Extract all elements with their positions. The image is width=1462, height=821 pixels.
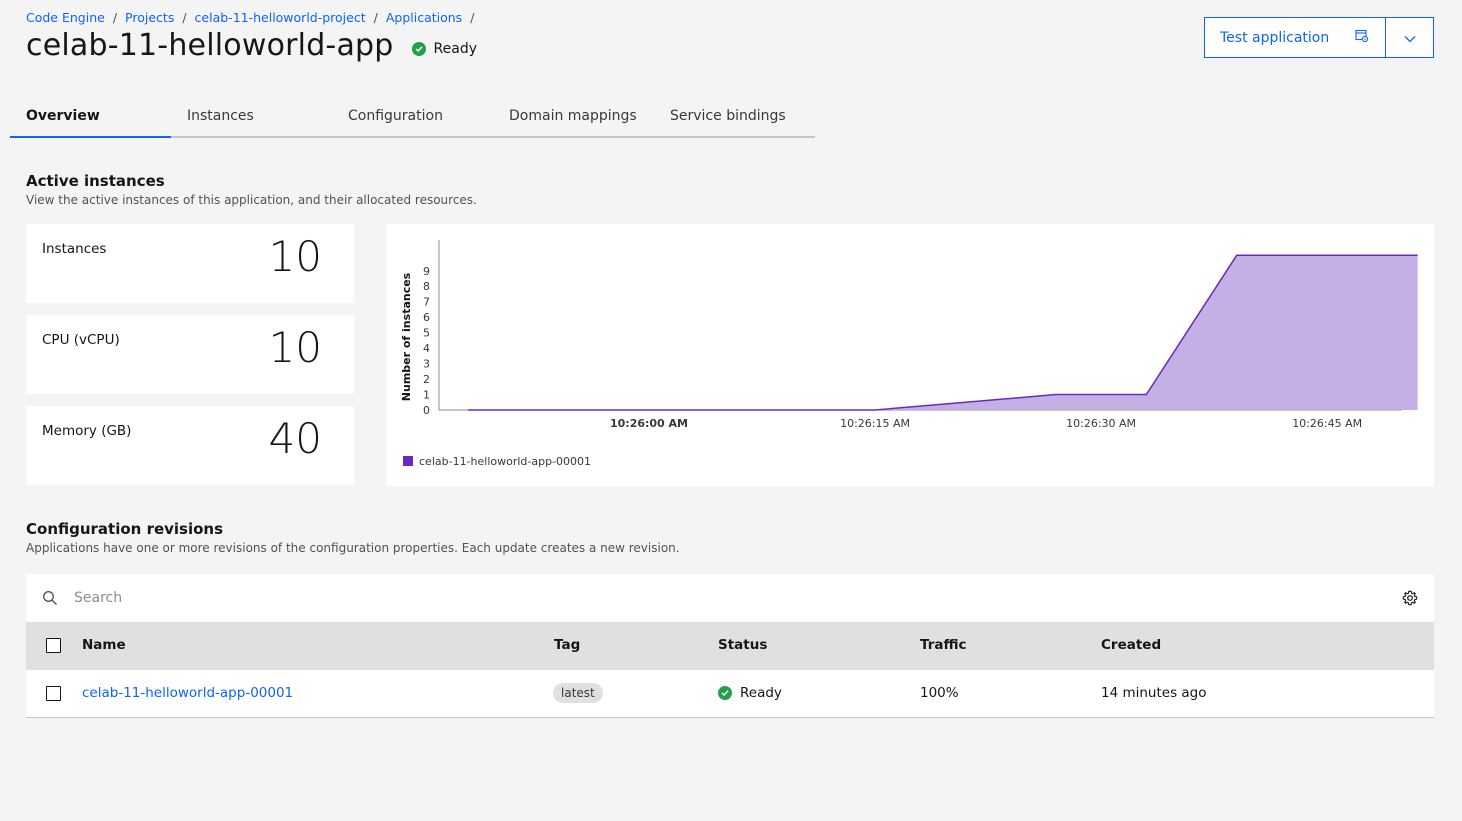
y-tick-label: 3 bbox=[423, 358, 430, 371]
table-toolbar bbox=[26, 574, 1434, 622]
y-tick-label: 4 bbox=[423, 342, 430, 355]
checkmark-circle-icon bbox=[718, 686, 732, 700]
page-header: celab-11-helloworld-app Ready bbox=[26, 28, 477, 63]
tab-domain-mappings[interactable]: Domain mappings bbox=[493, 102, 654, 138]
gear-icon[interactable] bbox=[1402, 590, 1418, 610]
table-row: celab-11-helloworld-app-00001 latest Rea… bbox=[26, 670, 1434, 718]
tag-badge: latest bbox=[553, 683, 603, 703]
y-tick-label: 2 bbox=[423, 373, 430, 386]
x-tick-label: 10:26:15 AM bbox=[840, 417, 910, 430]
y-tick-label: 8 bbox=[423, 280, 430, 293]
x-tick-label: 10:26:30 AM bbox=[1066, 417, 1136, 430]
cpu-stat-card: CPU (vCPU) 10 bbox=[26, 315, 354, 394]
stat-value: 10 bbox=[268, 323, 322, 372]
series-area bbox=[468, 255, 1418, 410]
stat-label: Memory (GB) bbox=[42, 423, 132, 439]
column-header-name[interactable]: Name bbox=[82, 637, 126, 653]
y-tick-label: 6 bbox=[423, 311, 430, 324]
breadcrumb-separator: / bbox=[373, 10, 378, 25]
breadcrumb-separator: / bbox=[470, 10, 475, 25]
chevron-down-icon bbox=[1404, 28, 1416, 47]
row-checkbox[interactable] bbox=[46, 686, 61, 701]
row-created: 14 minutes ago bbox=[1101, 685, 1207, 701]
test-application-button[interactable]: Test application bbox=[1204, 17, 1386, 58]
x-tick-label: 10:26:45 AM bbox=[1292, 417, 1362, 430]
tab-service-bindings[interactable]: Service bindings bbox=[654, 102, 815, 138]
checkmark-circle-icon bbox=[411, 41, 426, 56]
search-icon bbox=[42, 590, 58, 610]
active-instances-description: View the active instances of this applic… bbox=[26, 193, 477, 207]
breadcrumb-separator: / bbox=[112, 10, 118, 25]
row-status-label: Ready bbox=[740, 685, 782, 701]
stat-label: Instances bbox=[42, 241, 107, 257]
breadcrumb-code-engine[interactable]: Code Engine bbox=[26, 10, 105, 25]
stat-value: 10 bbox=[268, 232, 322, 281]
breadcrumb-applications[interactable]: Applications bbox=[386, 10, 462, 25]
test-application-icon bbox=[1355, 29, 1369, 47]
row-traffic: 100% bbox=[920, 685, 959, 701]
revisions-title: Configuration revisions bbox=[26, 520, 224, 538]
y-tick-label: 1 bbox=[423, 389, 430, 402]
stat-value: 40 bbox=[268, 414, 322, 463]
breadcrumb-separator: / bbox=[182, 10, 187, 25]
instances-chart-svg: 0 1 2 3 4 5 6 7 8 9 Number of instances 10:26:00 AM… bbox=[400, 240, 1418, 468]
tag-cell: latest bbox=[553, 683, 603, 703]
instances-chart: 0 1 2 3 4 5 6 7 8 9 Number of instances 10:26:00 AM… bbox=[386, 224, 1434, 486]
y-axis-label: Number of instances bbox=[400, 272, 413, 401]
column-header-created[interactable]: Created bbox=[1101, 637, 1161, 653]
legend-label: celab-11-helloworld-app-00001 bbox=[419, 455, 591, 468]
status-badge: Ready bbox=[411, 40, 477, 57]
revisions-table: Name Tag Status Traffic Created celab-11… bbox=[26, 574, 1434, 718]
breadcrumb-project[interactable]: celab-11-helloworld-project bbox=[195, 10, 366, 25]
legend-swatch bbox=[403, 456, 413, 466]
y-tick-label: 5 bbox=[423, 327, 430, 340]
row-status: Ready bbox=[718, 685, 782, 701]
memory-stat-card: Memory (GB) 40 bbox=[26, 406, 354, 485]
active-instances-title: Active instances bbox=[26, 172, 165, 190]
revisions-description: Applications have one or more revisions … bbox=[26, 541, 680, 555]
y-tick-label: 7 bbox=[423, 296, 430, 309]
instances-stat-card: Instances 10 bbox=[26, 224, 354, 303]
stat-label: CPU (vCPU) bbox=[42, 332, 120, 348]
table-header-row: Name Tag Status Traffic Created bbox=[26, 622, 1434, 670]
column-header-status[interactable]: Status bbox=[718, 637, 767, 653]
breadcrumb: Code Engine / Projects / celab-11-hellow… bbox=[26, 10, 474, 25]
tab-configuration[interactable]: Configuration bbox=[332, 102, 493, 138]
column-header-tag[interactable]: Tag bbox=[554, 637, 580, 653]
tab-overview[interactable]: Overview bbox=[10, 102, 171, 138]
search-input[interactable] bbox=[74, 586, 1374, 610]
column-header-traffic[interactable]: Traffic bbox=[920, 637, 967, 653]
test-application-menu-button[interactable] bbox=[1385, 17, 1434, 58]
y-tick-label: 9 bbox=[423, 265, 430, 278]
select-all-checkbox[interactable] bbox=[46, 638, 61, 653]
x-tick-label: 10:26:00 AM bbox=[610, 417, 688, 430]
test-application-label: Test application bbox=[1220, 29, 1330, 46]
breadcrumb-projects[interactable]: Projects bbox=[125, 10, 174, 25]
revision-name-link[interactable]: celab-11-helloworld-app-00001 bbox=[82, 685, 293, 701]
status-label: Ready bbox=[433, 40, 477, 57]
tab-list: Overview Instances Configuration Domain … bbox=[10, 102, 815, 138]
tab-instances[interactable]: Instances bbox=[171, 102, 332, 138]
page-title: celab-11-helloworld-app bbox=[26, 28, 394, 63]
y-tick-label: 0 bbox=[423, 404, 430, 417]
